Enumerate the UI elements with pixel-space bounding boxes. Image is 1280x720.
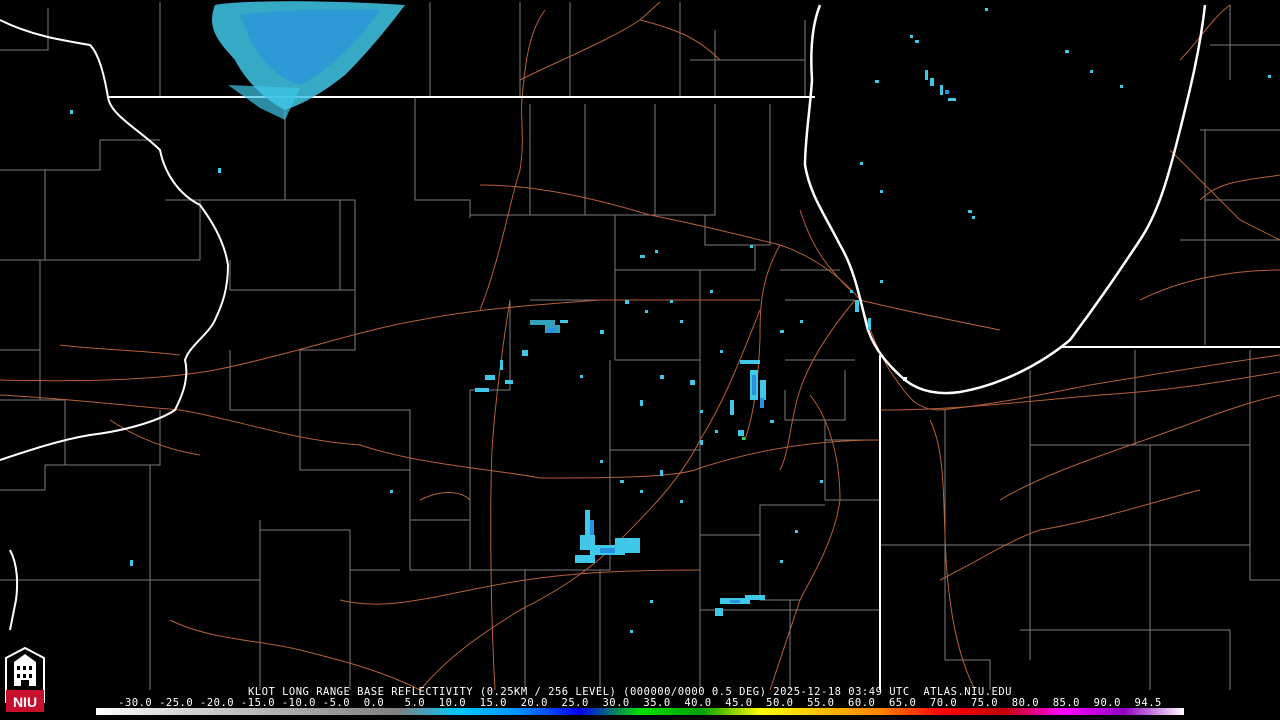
reflectivity-color-scale [96,708,1184,715]
radar-site-marker [903,377,907,381]
radar-map [0,0,1280,720]
